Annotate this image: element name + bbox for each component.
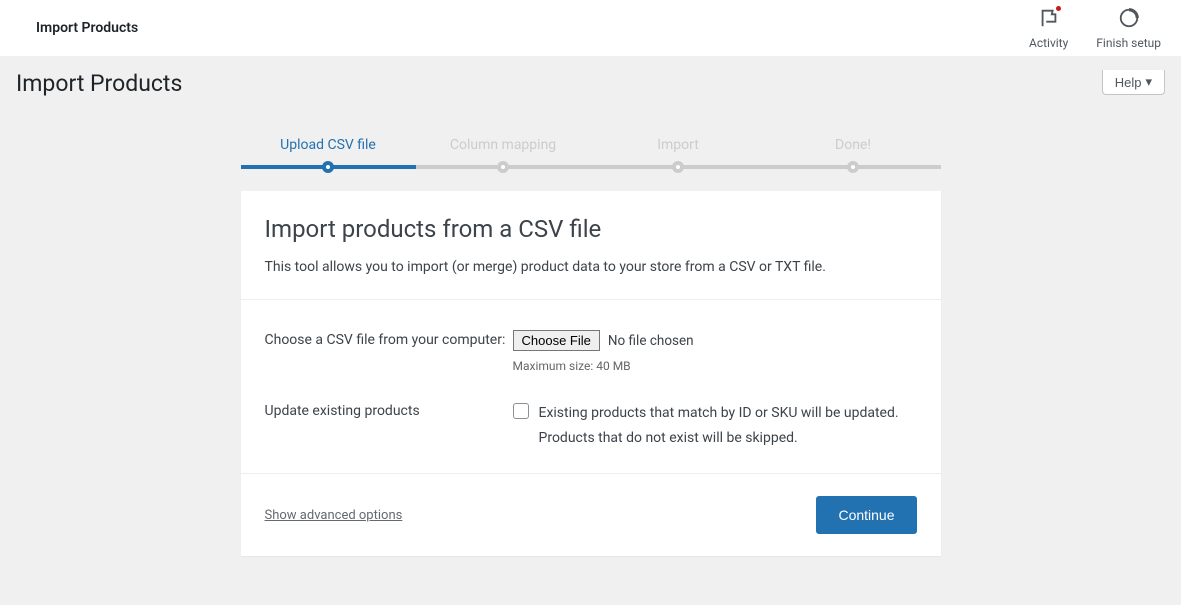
max-size-hint: Maximum size: 40 MB xyxy=(513,359,917,373)
step-upload: Upload CSV file xyxy=(241,137,416,169)
step-bar xyxy=(766,165,941,169)
show-advanced-link[interactable]: Show advanced options xyxy=(265,508,403,523)
card-description: This tool allows you to import (or merge… xyxy=(265,259,917,275)
import-wizard: Upload CSV file Column mapping Import Do… xyxy=(241,137,941,556)
update-row-label: Update existing products xyxy=(265,401,513,451)
notification-dot xyxy=(1056,6,1061,11)
activity-label: Activity xyxy=(1029,36,1068,50)
update-existing-checkbox[interactable] xyxy=(513,403,529,419)
file-status-text: No file chosen xyxy=(608,333,694,349)
top-bar-actions: Activity Finish setup xyxy=(1029,7,1161,50)
activity-button[interactable]: Activity xyxy=(1029,7,1068,50)
help-button[interactable]: Help ▾ xyxy=(1102,70,1165,95)
chevron-down-icon: ▾ xyxy=(1145,74,1152,90)
choose-file-button[interactable]: Choose File xyxy=(513,330,600,351)
step-bar xyxy=(416,165,591,169)
file-input[interactable]: Choose File No file chosen xyxy=(513,330,917,351)
import-form: Choose a CSV file from your computer: Ch… xyxy=(241,300,941,473)
step-column-mapping: Column mapping xyxy=(416,137,591,169)
step-bar xyxy=(591,165,766,169)
flag-icon xyxy=(1038,7,1060,32)
help-label: Help xyxy=(1115,75,1142,90)
update-row: Update existing products Existing produc… xyxy=(265,387,917,465)
file-row: Choose a CSV file from your computer: Ch… xyxy=(265,316,917,387)
update-checkbox-row: Existing products that match by ID or SK… xyxy=(513,401,917,451)
page-header: Import Products Help ▾ xyxy=(16,56,1165,97)
card-footer: Show advanced options Continue xyxy=(241,473,941,556)
top-bar: Import Products Activity Finish setup xyxy=(0,0,1181,56)
finish-setup-button[interactable]: Finish setup xyxy=(1096,7,1161,50)
file-row-content: Choose File No file chosen Maximum size:… xyxy=(513,330,917,373)
step-done: Done! xyxy=(766,137,941,169)
card-title: Import products from a CSV file xyxy=(265,215,917,243)
update-row-content: Existing products that match by ID or SK… xyxy=(513,401,917,451)
finish-setup-label: Finish setup xyxy=(1096,36,1161,50)
top-bar-title: Import Products xyxy=(36,20,138,36)
step-import: Import xyxy=(591,137,766,169)
step-bar xyxy=(241,165,416,169)
content-area: Import Products Help ▾ Upload CSV file C… xyxy=(0,56,1181,596)
update-description: Existing products that match by ID or SK… xyxy=(539,401,917,451)
file-row-label: Choose a CSV file from your computer: xyxy=(265,330,513,373)
step-dot-icon xyxy=(497,161,509,173)
step-progress: Upload CSV file Column mapping Import Do… xyxy=(241,137,941,169)
progress-circle-icon xyxy=(1118,7,1140,32)
continue-button[interactable]: Continue xyxy=(816,496,916,534)
page-title: Import Products xyxy=(16,70,182,97)
card-header: Import products from a CSV file This too… xyxy=(241,191,941,300)
step-dot-icon xyxy=(672,161,684,173)
step-dot-icon xyxy=(322,161,334,173)
step-dot-icon xyxy=(847,161,859,173)
import-card: Import products from a CSV file This too… xyxy=(241,191,941,556)
